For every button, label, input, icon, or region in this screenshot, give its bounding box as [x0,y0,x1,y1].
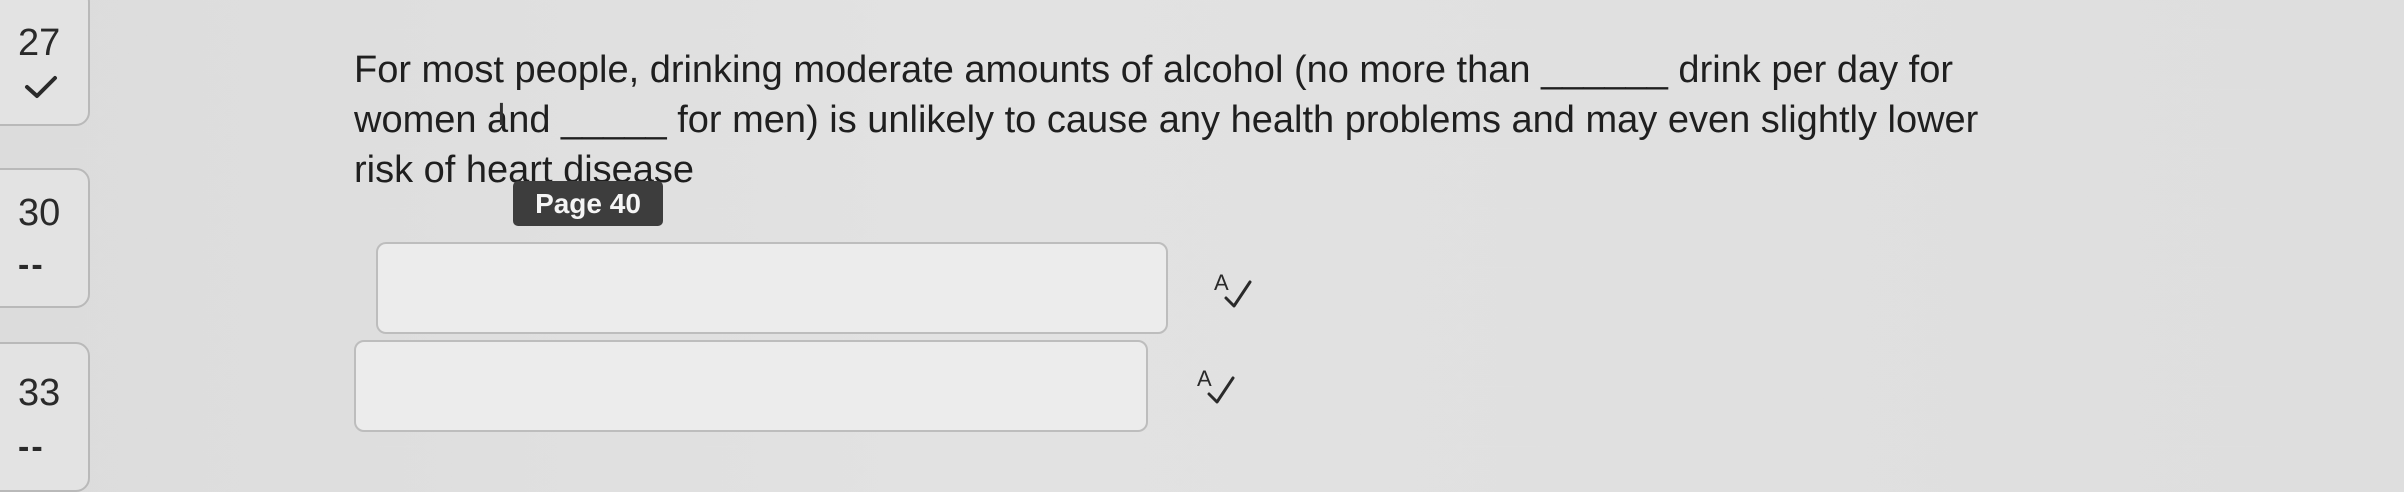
spellcheck-icon[interactable]: A [1195,364,1237,408]
page-reference-tooltip: Page 40 [513,181,663,226]
question-navigator: 27 30 -- 33 -- [0,0,110,492]
nav-item-status: -- [18,246,45,284]
nav-item-number: 27 [18,22,61,64]
answer-input-1[interactable] [376,242,1168,334]
nav-item-27[interactable]: 27 [0,0,90,126]
nav-item-number: 33 [18,372,61,414]
svg-text:A: A [1197,366,1212,391]
svg-text:A: A [1214,270,1229,295]
nav-item-30[interactable]: 30 -- [0,168,90,308]
spellcheck-icon[interactable]: A [1212,268,1254,312]
nav-item-33[interactable]: 33 -- [0,342,90,492]
checkmark-icon [25,76,57,98]
nav-item-status: -- [18,428,45,466]
answer-input-2[interactable] [354,340,1148,432]
question-text: For most people, drinking moderate amoun… [354,49,1979,191]
nav-item-number: 30 [18,192,61,234]
text-cursor-icon: I [497,98,506,133]
